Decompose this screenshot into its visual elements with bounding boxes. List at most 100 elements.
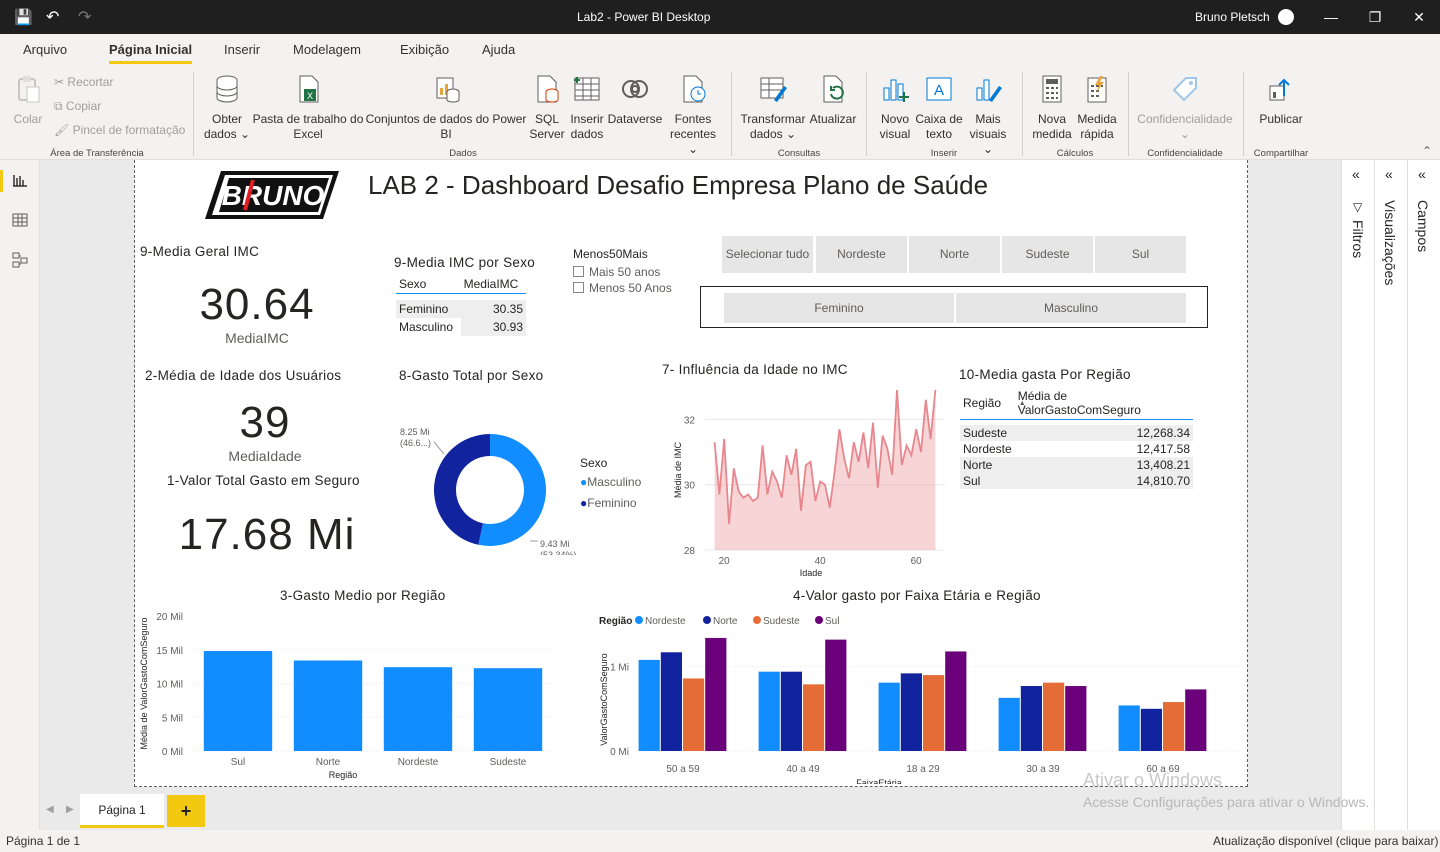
collapse-ribbon-icon[interactable]: ⌃: [1422, 144, 1432, 158]
table-row[interactable]: Nordeste 12,417.58: [960, 441, 1193, 457]
medida-rapida-button[interactable]: Medida rápida: [1074, 74, 1120, 142]
powerbi-datasets-button[interactable]: Conjuntos de dados do Power BI: [365, 74, 527, 142]
database-icon: [216, 75, 238, 103]
legend-marker: [635, 616, 643, 624]
slicer-masculino[interactable]: Masculino: [956, 293, 1186, 323]
data-view-icon[interactable]: [12, 212, 28, 228]
menos50-title: Menos50Mais: [573, 247, 648, 261]
valor-card[interactable]: 17.68 Mi: [155, 510, 379, 560]
column-header[interactable]: Sexo: [396, 275, 461, 294]
tab-exibicao[interactable]: Exibição: [400, 42, 449, 57]
publish-icon: [1269, 78, 1290, 101]
y-tick-label: 15 Mil: [156, 646, 183, 657]
avatar[interactable]: [1278, 9, 1294, 25]
tab-inserir[interactable]: Inserir: [224, 42, 260, 57]
imc-card-value: 30.64: [199, 280, 315, 329]
tab-pagina-1[interactable]: Página 1: [80, 794, 164, 828]
cut-button[interactable]: ✂ Recortar: [54, 75, 113, 89]
checkbox[interactable]: [573, 282, 584, 293]
column-header[interactable]: Média de ValorGastoComSeguro ▲: [1015, 387, 1193, 420]
chevron-down-icon: ⌄: [785, 127, 797, 141]
x-tick-label: Norte: [316, 757, 341, 768]
area-chart[interactable]: 28 30 32 20 40 60 Idade Média de IMC: [655, 382, 955, 582]
table-row[interactable]: Masculino 30.93: [396, 317, 526, 336]
fontes-recentes-button[interactable]: Fontes recentes ⌄: [664, 74, 722, 157]
collapse-icon[interactable]: «: [1352, 166, 1360, 182]
slicer-nordeste[interactable]: Nordeste: [816, 236, 907, 273]
novo-visual-button[interactable]: Novo visual: [875, 74, 915, 142]
donut-chart[interactable]: 9.43 Mi(53.34%) 8.25 Mi(46.6...): [390, 415, 590, 555]
model-view-icon[interactable]: [12, 252, 28, 268]
y-tick-label: 28: [684, 546, 696, 557]
next-page-icon[interactable]: ▶: [66, 804, 74, 815]
tab-modelagem[interactable]: Modelagem: [293, 42, 361, 57]
mais-visuais-button[interactable]: Mais visuais ⌄: [963, 74, 1013, 157]
legend-item-masculino[interactable]: ●Masculino: [580, 475, 641, 489]
x-axis-label: Região: [329, 770, 358, 780]
group-label-inserir: Inserir: [930, 148, 958, 159]
ribbon-divider: [1243, 72, 1244, 156]
x-axis-label: FaixaEtária: [856, 778, 902, 784]
publicar-button[interactable]: Publicar: [1252, 74, 1310, 127]
column-header[interactable]: MediaIMC: [461, 275, 526, 294]
atualizar-button[interactable]: Atualizar: [806, 74, 860, 127]
sql-server-icon: [537, 75, 559, 103]
slicer-feminino[interactable]: Feminino: [724, 293, 954, 323]
grouped-bar-chart[interactable]: 0 Mi 1 Mi Região Nordeste Norte Sudeste Sul 50 …: [595, 604, 1245, 784]
slicer-sul[interactable]: Sul: [1095, 236, 1186, 273]
legend-item-feminino[interactable]: ●Feminino: [580, 496, 637, 510]
copy-button[interactable]: ⧉ Copiar: [54, 99, 101, 114]
slicer-selecionar-tudo[interactable]: Selecionar tudo: [722, 236, 813, 273]
menos50-option[interactable]: Mais 50 anos: [573, 265, 660, 279]
format-painter-button[interactable]: 🖌 Pincel de formatação: [54, 123, 185, 137]
slicer-norte[interactable]: Norte: [909, 236, 1000, 273]
collapse-icon[interactable]: «: [1385, 166, 1393, 182]
add-page-button[interactable]: +: [167, 795, 205, 827]
table-row[interactable]: Sudeste 12,268.34: [960, 424, 1193, 441]
checkbox[interactable]: [573, 266, 584, 277]
prev-page-icon[interactable]: ◀: [46, 804, 54, 815]
maximize-icon[interactable]: ❐: [1364, 6, 1386, 28]
fields-pane[interactable]: « Campos: [1407, 160, 1440, 830]
quick-measure-icon: [1087, 76, 1107, 103]
grouped-title: 4-Valor gasto por Faixa Etária e Região: [793, 588, 1041, 603]
update-available-link[interactable]: Atualização disponível (clique para baix…: [1213, 834, 1438, 848]
confidencialidade-button: Confidencialidade ⌄: [1135, 74, 1235, 142]
nova-medida-button[interactable]: Nova medida: [1030, 74, 1074, 142]
inserir-dados-button[interactable]: Inserir dados: [567, 74, 607, 142]
idade-card[interactable]: 39 MediaIdade: [163, 398, 367, 464]
visualizations-pane[interactable]: « Visualizações: [1374, 160, 1407, 830]
report-view-icon[interactable]: [12, 172, 28, 188]
close-icon[interactable]: ✕: [1408, 6, 1430, 28]
valor-card-value: 17.68 Mi: [178, 510, 356, 559]
tab-ajuda[interactable]: Ajuda: [482, 42, 515, 57]
sql-server-button[interactable]: SQL Server: [528, 74, 566, 142]
obter-dados-button[interactable]: Obter dados ⌄: [203, 74, 251, 142]
slicer-sudeste[interactable]: Sudeste: [1002, 236, 1093, 273]
legend-item: Sul: [825, 616, 839, 627]
media-regiao-table[interactable]: Região Média de ValorGastoComSeguro ▲ Sud…: [960, 387, 1193, 489]
bar-chart[interactable]: 0 Mil 5 Mil 10 Mil 15 Mil 20 Mil Sul Norte Nord…: [135, 604, 565, 784]
dataverse-button[interactable]: Dataverse: [607, 74, 663, 127]
active-view-indicator: [0, 170, 3, 192]
imc-sexo-table[interactable]: Sexo MediaIMC Feminino 30.35 Masculino 3…: [396, 275, 526, 336]
table-row[interactable]: Feminino 30.35: [396, 299, 526, 318]
column-header[interactable]: Região: [960, 387, 1015, 420]
table-row[interactable]: Norte 13,408.21: [960, 456, 1193, 473]
tab-arquivo[interactable]: Arquivo: [23, 42, 67, 57]
user-name[interactable]: Bruno Pletsch: [1195, 10, 1270, 24]
menos50-option[interactable]: Menos 50 Anos: [573, 281, 672, 295]
collapse-icon[interactable]: «: [1418, 166, 1426, 182]
paste-button[interactable]: Colar: [10, 74, 46, 127]
transformar-dados-button[interactable]: Transformar dados ⌄: [740, 74, 806, 142]
imc-card[interactable]: 30.64 MediaIMC: [155, 280, 359, 346]
table-row[interactable]: Sul 14,810.70: [960, 472, 1193, 489]
sensitivity-icon: [1172, 77, 1197, 102]
excel-button[interactable]: X Pasta de trabalho do Excel: [252, 74, 364, 142]
caixa-texto-button[interactable]: A Caixa de texto: [915, 74, 963, 142]
filters-pane[interactable]: « ▽ Filtros: [1341, 160, 1374, 830]
save-icon[interactable]: 💾: [14, 8, 33, 26]
tab-pagina-inicial[interactable]: Página Inicial: [109, 42, 193, 64]
minimize-icon[interactable]: —: [1320, 6, 1342, 28]
undo-icon[interactable]: ↶: [46, 7, 59, 27]
